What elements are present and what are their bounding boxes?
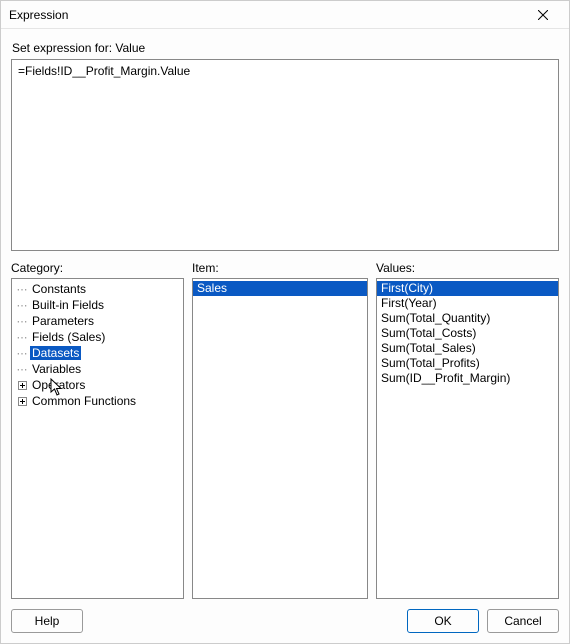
tree-item-label[interactable]: Fields (Sales)	[30, 330, 107, 344]
list-item[interactable]: First(City)	[377, 281, 558, 296]
help-button[interactable]: Help	[11, 609, 83, 633]
tree-item-label[interactable]: Datasets	[30, 346, 81, 360]
expand-icon[interactable]	[16, 397, 28, 406]
item-label: Item:	[192, 261, 368, 275]
close-button[interactable]	[523, 2, 563, 28]
tree-item[interactable]: ⋯Datasets	[12, 345, 183, 361]
expand-icon[interactable]	[16, 381, 28, 390]
tree-connector-icon: ⋯	[16, 299, 28, 312]
tree-connector-icon: ⋯	[16, 347, 28, 360]
list-item[interactable]: Sum(Total_Profits)	[377, 356, 558, 371]
expression-input[interactable]	[11, 59, 559, 251]
item-column: Item: Sales	[192, 261, 368, 599]
category-label: Category:	[11, 261, 184, 275]
ok-button[interactable]: OK	[407, 609, 479, 633]
set-expression-label: Set expression for: Value	[12, 41, 558, 55]
list-item[interactable]: Sum(ID__Profit_Margin)	[377, 371, 558, 386]
list-item[interactable]: First(Year)	[377, 296, 558, 311]
dialog-content: Set expression for: Value Category: ⋯Con…	[1, 29, 569, 599]
tree-item[interactable]: ⋯Constants	[12, 281, 183, 297]
tree-item[interactable]: Common Functions	[12, 393, 183, 409]
titlebar: Expression	[1, 1, 569, 29]
window-title: Expression	[9, 8, 523, 22]
tree-item[interactable]: ⋯Parameters	[12, 313, 183, 329]
list-item[interactable]: Sum(Total_Sales)	[377, 341, 558, 356]
tree-connector-icon: ⋯	[16, 315, 28, 328]
dialog-footer: Help OK Cancel	[1, 599, 569, 643]
selector-columns: Category: ⋯Constants⋯Built-in Fields⋯Par…	[11, 261, 559, 599]
tree-item[interactable]: ⋯Built-in Fields	[12, 297, 183, 313]
tree-connector-icon: ⋯	[16, 363, 28, 376]
list-item[interactable]: Sum(Total_Quantity)	[377, 311, 558, 326]
item-listbox[interactable]: Sales	[192, 278, 368, 599]
tree-item-label[interactable]: Operators	[30, 378, 87, 392]
values-column: Values: First(City)First(Year)Sum(Total_…	[376, 261, 559, 599]
tree-item-label[interactable]: Built-in Fields	[30, 298, 106, 312]
category-listbox[interactable]: ⋯Constants⋯Built-in Fields⋯Parameters⋯Fi…	[11, 278, 184, 599]
tree-item-label[interactable]: Constants	[30, 282, 88, 296]
category-column: Category: ⋯Constants⋯Built-in Fields⋯Par…	[11, 261, 184, 599]
tree-item-label[interactable]: Variables	[30, 362, 83, 376]
expression-dialog: Expression Set expression for: Value Cat…	[0, 0, 570, 644]
list-item[interactable]: Sales	[193, 281, 367, 296]
tree-connector-icon: ⋯	[16, 283, 28, 296]
tree-item[interactable]: ⋯Fields (Sales)	[12, 329, 183, 345]
tree-item-label[interactable]: Common Functions	[30, 394, 138, 408]
cancel-button[interactable]: Cancel	[487, 609, 559, 633]
tree-item[interactable]: ⋯Variables	[12, 361, 183, 377]
list-item[interactable]: Sum(Total_Costs)	[377, 326, 558, 341]
tree-item[interactable]: Operators	[12, 377, 183, 393]
tree-item-label[interactable]: Parameters	[30, 314, 96, 328]
close-icon	[538, 10, 548, 20]
values-listbox[interactable]: First(City)First(Year)Sum(Total_Quantity…	[376, 278, 559, 599]
tree-connector-icon: ⋯	[16, 331, 28, 344]
values-label: Values:	[376, 261, 559, 275]
